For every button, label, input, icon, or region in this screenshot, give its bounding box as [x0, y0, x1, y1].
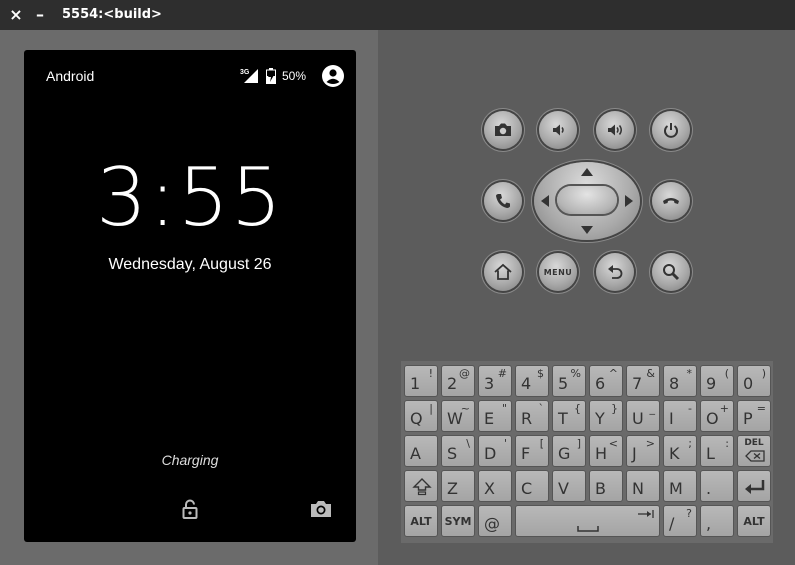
key-w[interactable]: W ~	[441, 400, 475, 432]
dpad-up-icon[interactable]	[580, 167, 594, 177]
key-6[interactable]: 6 ^	[589, 365, 623, 397]
volume-up-icon	[608, 124, 622, 136]
window-titlebar: × – 5554:<build>	[0, 0, 795, 30]
volume-down-button[interactable]	[539, 111, 577, 149]
key-7[interactable]: 7 &	[626, 365, 660, 397]
key-at[interactable]: @	[478, 505, 512, 537]
key-del[interactable]: DEL	[737, 435, 771, 467]
search-button[interactable]	[652, 253, 690, 291]
key-p[interactable]: P =	[737, 400, 771, 432]
key-comma[interactable]: ,	[700, 505, 734, 537]
battery-level: 50%	[281, 69, 306, 83]
power-button[interactable]	[652, 111, 690, 149]
key-g[interactable]: G]	[552, 435, 586, 467]
space-icon	[577, 526, 599, 532]
key-space[interactable]	[515, 505, 660, 537]
shift-icon	[412, 478, 432, 496]
menu-button[interactable]: MENU	[539, 253, 577, 291]
key-a[interactable]: A	[404, 435, 438, 467]
key-u[interactable]: U _	[626, 400, 660, 432]
key-alt-right[interactable]: ALT	[737, 505, 771, 537]
key-q[interactable]: Q |	[404, 400, 438, 432]
call-button[interactable]	[484, 182, 522, 220]
key-sym[interactable]: SYM	[441, 505, 475, 537]
signal-3g-icon: 3G	[240, 69, 258, 83]
end-call-button[interactable]	[652, 182, 690, 220]
key-o[interactable]: O +	[700, 400, 734, 432]
tab-icon	[638, 510, 654, 518]
key-v[interactable]: V	[552, 470, 586, 502]
key-j[interactable]: J >	[626, 435, 660, 467]
key-9[interactable]: 9(	[700, 365, 734, 397]
key-l[interactable]: L:	[700, 435, 734, 467]
key-i[interactable]: I-	[663, 400, 697, 432]
dpad-right-icon[interactable]	[624, 194, 634, 208]
battery-charging-icon	[265, 68, 276, 84]
delete-icon	[745, 450, 765, 462]
home-button[interactable]	[484, 253, 522, 291]
enter-icon	[745, 480, 765, 494]
key-3[interactable]: 3 #	[478, 365, 512, 397]
key-2[interactable]: 2 @	[441, 365, 475, 397]
window-title: 5554:<build>	[62, 7, 162, 22]
unlock-icon[interactable]	[179, 498, 201, 520]
key-m[interactable]: M	[663, 470, 697, 502]
key-slash[interactable]: /?	[663, 505, 697, 537]
dpad-center-button[interactable]	[557, 186, 617, 214]
key-d[interactable]: D '	[478, 435, 512, 467]
dpad-left-icon[interactable]	[540, 194, 550, 208]
key-0[interactable]: 0)	[737, 365, 771, 397]
key-n[interactable]: N	[626, 470, 660, 502]
key-x[interactable]: X	[478, 470, 512, 502]
status-bar-icons: 3G 50%	[240, 65, 344, 87]
menu-label: MENU	[543, 267, 573, 277]
key-f[interactable]: F[	[515, 435, 549, 467]
back-button[interactable]	[596, 253, 634, 291]
power-icon	[664, 123, 678, 138]
dpad-down-icon[interactable]	[580, 225, 594, 235]
lockscreen-camera-icon[interactable]	[309, 498, 333, 520]
key-period[interactable]: .	[700, 470, 734, 502]
key-s[interactable]: S \	[441, 435, 475, 467]
dpad[interactable]	[534, 162, 640, 240]
volume-up-button[interactable]	[596, 111, 634, 149]
key-4[interactable]: 4 $	[515, 365, 549, 397]
key-z[interactable]: Z	[441, 470, 475, 502]
home-icon	[494, 263, 512, 280]
hardware-keyboard: 1! 2 @ 3 # 4 $ 5% 6 ^ 7 & 8 * 9( 0) Q | W ~ E " R…	[401, 361, 773, 543]
user-avatar-icon[interactable]	[322, 65, 344, 87]
close-button[interactable]: ×	[6, 5, 26, 25]
charging-status: Charging	[161, 452, 219, 468]
network-type: 3G	[240, 69, 250, 76]
end-call-icon	[663, 198, 679, 204]
camera-button[interactable]	[484, 111, 522, 149]
lockscreen-date: Wednesday, August 26	[108, 256, 272, 273]
call-icon	[496, 194, 510, 208]
del-label: DEL	[744, 438, 764, 448]
key-r[interactable]: R `	[515, 400, 549, 432]
key-enter[interactable]	[737, 470, 771, 502]
device-screen[interactable]: Android 3G 50% 3:55 Wednesday, August 26…	[24, 50, 356, 542]
carrier-label: Android	[46, 68, 95, 84]
lockscreen-clock: 3:55	[96, 151, 284, 244]
key-alt-left[interactable]: ALT	[404, 505, 438, 537]
key-5[interactable]: 5%	[552, 365, 586, 397]
back-icon	[608, 265, 623, 279]
key-e[interactable]: E "	[478, 400, 512, 432]
key-c[interactable]: C	[515, 470, 549, 502]
key-k[interactable]: K;	[663, 435, 697, 467]
key-shift[interactable]	[404, 470, 438, 502]
key-y[interactable]: Y}	[589, 400, 623, 432]
key-t[interactable]: T{	[552, 400, 586, 432]
key-1[interactable]: 1!	[404, 365, 438, 397]
key-8[interactable]: 8 *	[663, 365, 697, 397]
camera-icon	[495, 123, 511, 136]
volume-down-icon	[553, 124, 564, 136]
key-h[interactable]: H <	[589, 435, 623, 467]
search-icon	[663, 264, 680, 281]
minimize-button[interactable]: –	[30, 5, 50, 25]
key-b[interactable]: B	[589, 470, 623, 502]
